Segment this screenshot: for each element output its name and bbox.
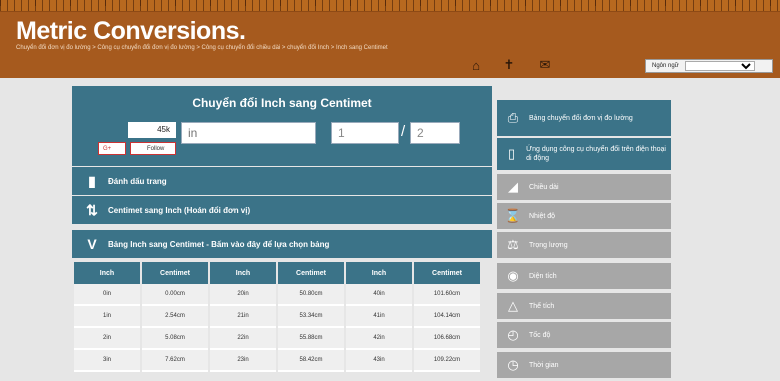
language-dropdown[interactable]	[684, 61, 755, 71]
breadcrumb[interactable]: Chuyển đổi đơn vị đo lường > Công cụ chu…	[16, 45, 388, 51]
ruler-icon: ◢	[508, 179, 518, 194]
column-header: Inch	[74, 262, 140, 284]
table-cell: 101.60cm	[414, 284, 480, 306]
sidebar-item-label: Tốc độ	[529, 331, 551, 339]
table-cell: 43in	[346, 350, 412, 372]
sidebar-item-label: Thể tích	[529, 302, 555, 310]
sidebar-item-label: Chiều dài	[529, 183, 559, 191]
table-cell: 1in	[74, 306, 140, 328]
column-header: Inch	[210, 262, 276, 284]
ruler-strip	[0, 0, 780, 12]
table-cell: 53.34cm	[278, 306, 344, 328]
sidebar-item-mobile-app[interactable]: ▯ Ứng dụng công cụ chuyển đổi trên điện …	[497, 138, 671, 170]
numerator-field[interactable]: 1	[331, 122, 399, 144]
gplus-button[interactable]: G+	[98, 142, 126, 155]
sidebar-item-speed[interactable]: ◴ Tốc độ	[497, 322, 671, 348]
language-label: Ngôn ngữ	[652, 63, 679, 69]
speedometer-icon: ◴	[507, 327, 519, 342]
table-cell: 2.54cm	[142, 306, 208, 328]
sidebar-item-label: Trọng lượng	[529, 241, 568, 249]
table-cell: 109.22cm	[414, 350, 480, 372]
swap-label: Centimet sang Inch (Hoán đổi đơn vị)	[108, 205, 251, 215]
swap-units-bar[interactable]: ⇅ Centimet sang Inch (Hoán đổi đơn vị)	[72, 196, 492, 224]
table-cell: 40in	[346, 284, 412, 306]
swap-icon: ⇅	[86, 201, 98, 218]
table-header-row: Inch Centimet Inch Centimet Inch Centime…	[74, 262, 480, 284]
home-icon[interactable]: ⌂	[468, 58, 484, 73]
table-row: 2in 5.08cm 22in 55.88cm 42in 106.68cm	[74, 328, 480, 350]
conversion-table: Inch Centimet Inch Centimet Inch Centime…	[72, 262, 482, 372]
inch-input[interactable]	[181, 122, 316, 144]
sidebar-item-label: Ứng dụng công cụ chuyển đổi trên điện th…	[526, 146, 666, 162]
bookmark-icon: ▮	[88, 172, 96, 189]
sidebar-item-time[interactable]: ◷ Thời gian	[497, 352, 671, 378]
bookmark-label: Đánh dấu trang	[108, 176, 167, 186]
table-cell: 42in	[346, 328, 412, 350]
sidebar-item-volume[interactable]: △ Thể tích	[497, 293, 671, 319]
column-header: Centimet	[278, 262, 344, 284]
table-cell: 50.80cm	[278, 284, 344, 306]
printer-icon: ⎙	[507, 110, 519, 125]
table-row: 3in 7.62cm 23in 58.42cm 43in 109.22cm	[74, 350, 480, 372]
sidebar-item-length[interactable]: ◢ Chiều dài	[497, 174, 671, 200]
follow-button[interactable]: Follow	[130, 142, 176, 155]
language-selector: Ngôn ngữ	[645, 59, 773, 73]
table-cell: 2in	[74, 328, 140, 350]
table-cell: 22in	[210, 328, 276, 350]
flask-icon: △	[508, 298, 518, 313]
phone-icon: ▯	[507, 146, 516, 161]
sidebar-item-label: Diện tích	[529, 272, 557, 280]
sidebar-item-temperature[interactable]: ⌛ Nhiệt độ	[497, 203, 671, 229]
table-cell: 23in	[210, 350, 276, 372]
thermometer-icon: ⌛	[504, 208, 522, 223]
table-cell: 0in	[74, 284, 140, 306]
table-toggle-bar[interactable]: V Bảng Inch sang Centimet - Bấm vào đây …	[72, 230, 492, 258]
site-header: Metric Conversions. Chuyển đổi đơn vị đo…	[0, 0, 780, 78]
table-cell: 104.14cm	[414, 306, 480, 328]
table-cell: 0.00cm	[142, 284, 208, 306]
denominator-field[interactable]: 2	[410, 122, 460, 144]
table-cell: 58.42cm	[278, 350, 344, 372]
table-cell: 41in	[346, 306, 412, 328]
table-cell: 106.68cm	[414, 328, 480, 350]
sidebar-item-label: Bảng chuyển đổi đơn vị đo lường	[529, 114, 633, 122]
bookmark-bar[interactable]: ▮ Đánh dấu trang	[72, 167, 492, 195]
column-header: Centimet	[414, 262, 480, 284]
signpost-icon[interactable]: ✝	[501, 57, 517, 72]
sidebar-item-conversion-tables[interactable]: ⎙ Bảng chuyển đổi đơn vị đo lường	[497, 100, 671, 136]
table-cell: 3in	[74, 350, 140, 372]
site-logo[interactable]: Metric Conversions.	[16, 17, 246, 46]
table-toggle-label: Bảng Inch sang Centimet - Bấm vào đây để…	[108, 239, 330, 249]
clock-icon: ◷	[507, 357, 519, 372]
table-cell: 20in	[210, 284, 276, 306]
follow-label: Follow	[147, 145, 165, 152]
table-row: 0in 0.00cm 20in 50.80cm 40in 101.60cm	[74, 284, 480, 306]
mail-icon[interactable]: ✉	[537, 57, 553, 72]
fraction-slash: /	[401, 123, 406, 140]
table-cell: 21in	[210, 306, 276, 328]
table-row: 1in 2.54cm 21in 53.34cm 41in 104.14cm	[74, 306, 480, 328]
table-cell: 7.62cm	[142, 350, 208, 372]
column-header: Inch	[346, 262, 412, 284]
chevron-down-icon: V	[87, 236, 97, 252]
column-header: Centimet	[142, 262, 208, 284]
sidebar-item-area[interactable]: ◉ Diện tích	[497, 263, 671, 289]
table-cell: 5.08cm	[142, 328, 208, 350]
scale-icon: ⚖	[507, 237, 519, 252]
sidebar-item-weight[interactable]: ⚖ Trọng lượng	[497, 232, 671, 258]
table-cell: 55.88cm	[278, 328, 344, 350]
like-count: 45k	[128, 122, 176, 138]
sidebar-item-label: Nhiệt độ	[529, 212, 556, 220]
area-icon: ◉	[507, 268, 519, 283]
converter-title: Chuyển đổi Inch sang Centimet	[192, 96, 372, 110]
sidebar-item-label: Thời gian	[529, 361, 559, 369]
